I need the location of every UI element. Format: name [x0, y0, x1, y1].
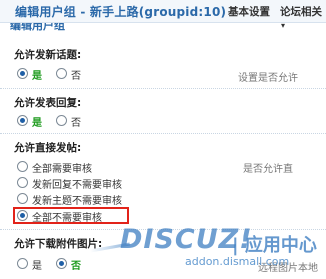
option-label-yes: 是 [32, 118, 42, 129]
option-label-yes: 是 [32, 261, 42, 272]
discuz-watermark: DISCUZ! | 应用中心 addon.dismall.com [90, 222, 326, 279]
radio-reply-no[interactable] [56, 115, 67, 126]
divider [0, 133, 326, 134]
radio-direct-post-all-review[interactable] [17, 161, 28, 172]
tab-basic-settings[interactable]: 基本设置 [228, 4, 270, 19]
watermark-url: addon.dismall.com [185, 255, 290, 268]
watermark-separator: | [232, 235, 239, 256]
option-label-reply-no-review: 发新回复不需要审核 [32, 180, 122, 191]
header-bar: 编辑用户组 - 新手上路(groupid:10) 基本设置 论坛相关 ▾ [0, 0, 326, 30]
radio-download-yes[interactable] [17, 258, 28, 269]
page-title: 编辑用户组 - 新手上路(groupid:10) [15, 5, 227, 19]
radio-new-thread-yes[interactable] [17, 68, 28, 79]
radio-reply-yes[interactable] [17, 115, 28, 126]
setting-description: 是否允许直 [243, 164, 293, 175]
app-center-text: 应用中心 [244, 235, 317, 256]
tab-forum-label: 论坛相关 [280, 6, 322, 18]
radio-direct-post-thread-no-review[interactable] [17, 193, 28, 204]
option-label-all-review: 全部需要审核 [32, 164, 92, 175]
tab-forum-settings[interactable]: 论坛相关 ▾ [280, 4, 326, 31]
setting-label-new-thread: 允许发新话题: [14, 49, 82, 61]
chevron-down-icon: ▾ [281, 21, 286, 30]
radio-direct-post-reply-no-review[interactable] [17, 177, 28, 188]
subtab-label: 编辑用户组 [10, 23, 65, 32]
option-label-no: 否 [71, 71, 81, 82]
divider [0, 88, 326, 89]
radio-download-no[interactable] [56, 258, 67, 269]
app-center-label: | 应用中心 [232, 231, 317, 257]
radio-new-thread-no[interactable] [56, 68, 67, 79]
option-label-yes: 是 [32, 71, 42, 82]
option-label-thread-no-review: 发新主题不需要审核 [32, 196, 122, 207]
setting-label-reply: 允许发表回复: [14, 97, 82, 109]
subtab-edit-group[interactable]: 编辑用户组 [10, 23, 90, 35]
setting-description: 设置是否允许 [238, 73, 298, 84]
option-label-no: 否 [71, 261, 81, 272]
setting-label-direct-post: 允许直接发帖: [14, 142, 82, 154]
option-label-no: 否 [71, 118, 81, 129]
